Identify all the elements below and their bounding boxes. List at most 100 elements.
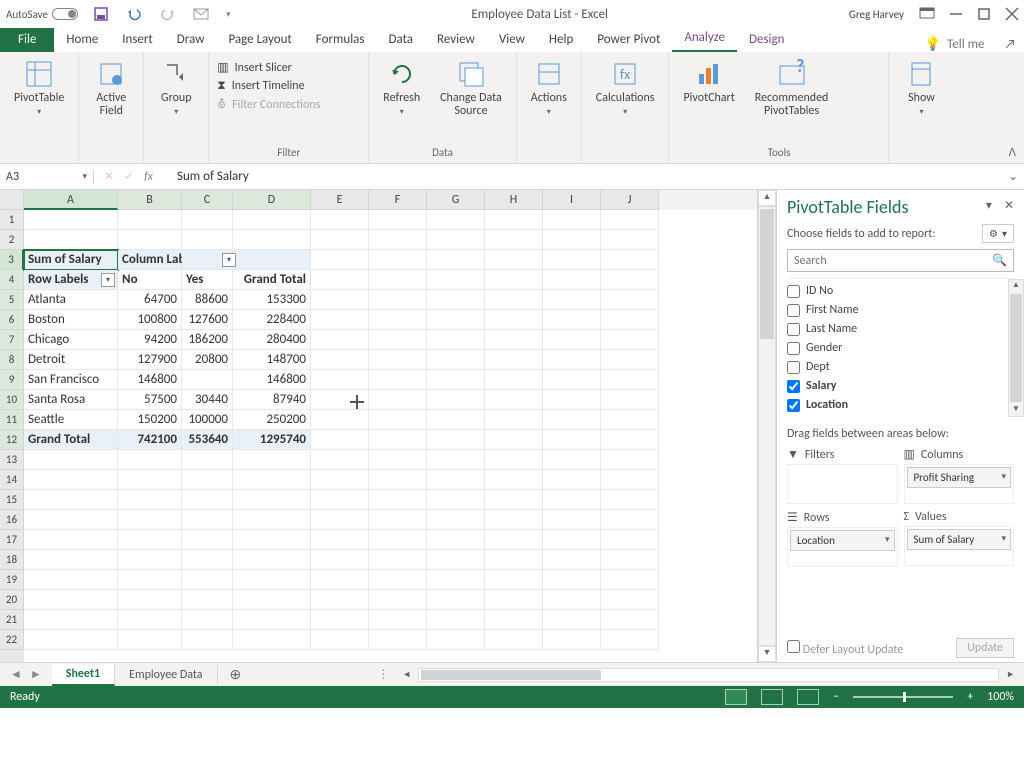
cell-F7[interactable] <box>369 330 427 350</box>
cell-H15[interactable] <box>485 490 543 510</box>
cell-A5[interactable]: Atlanta <box>24 290 118 310</box>
cell-H2[interactable] <box>485 230 543 250</box>
cell-B6[interactable]: 100800 <box>118 310 182 330</box>
zoom-slider[interactable] <box>853 696 953 698</box>
pivottable-button[interactable]: PivotTable ▾ <box>8 56 70 119</box>
cell-C14[interactable] <box>182 470 233 490</box>
cell-D17[interactable] <box>233 530 311 550</box>
cell-G17[interactable] <box>427 530 485 550</box>
cell-F5[interactable] <box>369 290 427 310</box>
defer-layout-checkbox[interactable]: Defer Layout Update <box>787 640 903 657</box>
cell-B13[interactable] <box>118 450 182 470</box>
cell-A3[interactable]: Sum of Salary <box>24 250 118 270</box>
cell-D20[interactable] <box>233 590 311 610</box>
cell-F12[interactable] <box>369 430 427 450</box>
tab-view[interactable]: View <box>487 28 537 52</box>
cell-A8[interactable]: Detroit <box>24 350 118 370</box>
cell-J10[interactable] <box>601 390 659 410</box>
user-name[interactable]: Greg Harvey <box>849 8 904 21</box>
tab-data[interactable]: Data <box>377 28 426 52</box>
cell-E15[interactable] <box>311 490 369 510</box>
horizontal-scrollbar[interactable]: ◄ ► <box>393 668 1024 682</box>
share-icon[interactable]: ↗ <box>997 37 1024 52</box>
active-field-button[interactable]: Active Field <box>87 56 135 120</box>
row-header-14[interactable]: 14 <box>0 470 24 490</box>
cell-H10[interactable] <box>485 390 543 410</box>
cell-I14[interactable] <box>543 470 601 490</box>
col-header-I[interactable]: I <box>543 190 601 210</box>
cell-C13[interactable] <box>182 450 233 470</box>
filters-area[interactable]: ▼Filters <box>787 447 898 504</box>
cell-J11[interactable] <box>601 410 659 430</box>
cell-A15[interactable] <box>24 490 118 510</box>
cell-F2[interactable] <box>369 230 427 250</box>
cell-C19[interactable] <box>182 570 233 590</box>
cell-F15[interactable] <box>369 490 427 510</box>
cell-I5[interactable] <box>543 290 601 310</box>
cell-H7[interactable] <box>485 330 543 350</box>
tell-me-search[interactable]: 💡 Tell me <box>925 37 997 52</box>
cell-C17[interactable] <box>182 530 233 550</box>
cell-G15[interactable] <box>427 490 485 510</box>
cell-F10[interactable] <box>369 390 427 410</box>
cell-C21[interactable] <box>182 610 233 630</box>
tab-power-pivot[interactable]: Power Pivot <box>585 28 672 52</box>
cell-E2[interactable] <box>311 230 369 250</box>
cell-D5[interactable]: 153300 <box>233 290 311 310</box>
cell-J3[interactable] <box>601 250 659 270</box>
cell-H1[interactable] <box>485 210 543 230</box>
row-header-13[interactable]: 13 <box>0 450 24 470</box>
field-last-name[interactable]: Last Name <box>787 321 1014 337</box>
cell-C4[interactable]: Yes <box>182 270 233 290</box>
cell-I7[interactable] <box>543 330 601 350</box>
field-search[interactable]: 🔍 <box>787 249 1014 272</box>
cell-D8[interactable]: 148700 <box>233 350 311 370</box>
cell-D21[interactable] <box>233 610 311 630</box>
row-header-17[interactable]: 17 <box>0 530 24 550</box>
cell-E6[interactable] <box>311 310 369 330</box>
ribbon-display-icon[interactable] <box>920 8 934 20</box>
cell-B8[interactable]: 127900 <box>118 350 182 370</box>
cell-F1[interactable] <box>369 210 427 230</box>
cell-I6[interactable] <box>543 310 601 330</box>
actions-button[interactable]: Actions ▾ <box>525 56 573 119</box>
col-header-A[interactable]: A <box>24 190 118 210</box>
cell-J16[interactable] <box>601 510 659 530</box>
cell-B10[interactable]: 57500 <box>118 390 182 410</box>
cell-D16[interactable] <box>233 510 311 530</box>
cell-B4[interactable]: No <box>118 270 182 290</box>
cell-C16[interactable] <box>182 510 233 530</box>
cell-G5[interactable] <box>427 290 485 310</box>
cell-B19[interactable] <box>118 570 182 590</box>
cell-J7[interactable] <box>601 330 659 350</box>
normal-view-icon[interactable] <box>725 689 747 705</box>
cell-C11[interactable]: 100000 <box>182 410 233 430</box>
name-box[interactable]: A3 ▾ <box>0 170 94 184</box>
cell-E20[interactable] <box>311 590 369 610</box>
cell-F13[interactable] <box>369 450 427 470</box>
cell-A1[interactable] <box>24 210 118 230</box>
maximize-icon[interactable] <box>978 8 990 20</box>
cell-B14[interactable] <box>118 470 182 490</box>
tab-home[interactable]: Home <box>54 28 110 52</box>
cell-J2[interactable] <box>601 230 659 250</box>
cell-H12[interactable] <box>485 430 543 450</box>
cell-F19[interactable] <box>369 570 427 590</box>
cell-F9[interactable] <box>369 370 427 390</box>
cell-C8[interactable]: 20800 <box>182 350 233 370</box>
cell-F22[interactable] <box>369 630 427 650</box>
scroll-down-icon[interactable]: ▼ <box>758 646 776 662</box>
field-id-no[interactable]: ID No <box>787 283 1014 299</box>
minimize-icon[interactable] <box>950 8 962 20</box>
cell-G10[interactable] <box>427 390 485 410</box>
pane-options-icon[interactable]: ▾ <box>986 198 992 213</box>
cell-J4[interactable] <box>601 270 659 290</box>
cell-F8[interactable] <box>369 350 427 370</box>
cell-E18[interactable] <box>311 550 369 570</box>
cell-B11[interactable]: 150200 <box>118 410 182 430</box>
cell-I18[interactable] <box>543 550 601 570</box>
cell-E8[interactable] <box>311 350 369 370</box>
cell-J15[interactable] <box>601 490 659 510</box>
cell-I17[interactable] <box>543 530 601 550</box>
tab-formulas[interactable]: Formulas <box>304 28 377 52</box>
